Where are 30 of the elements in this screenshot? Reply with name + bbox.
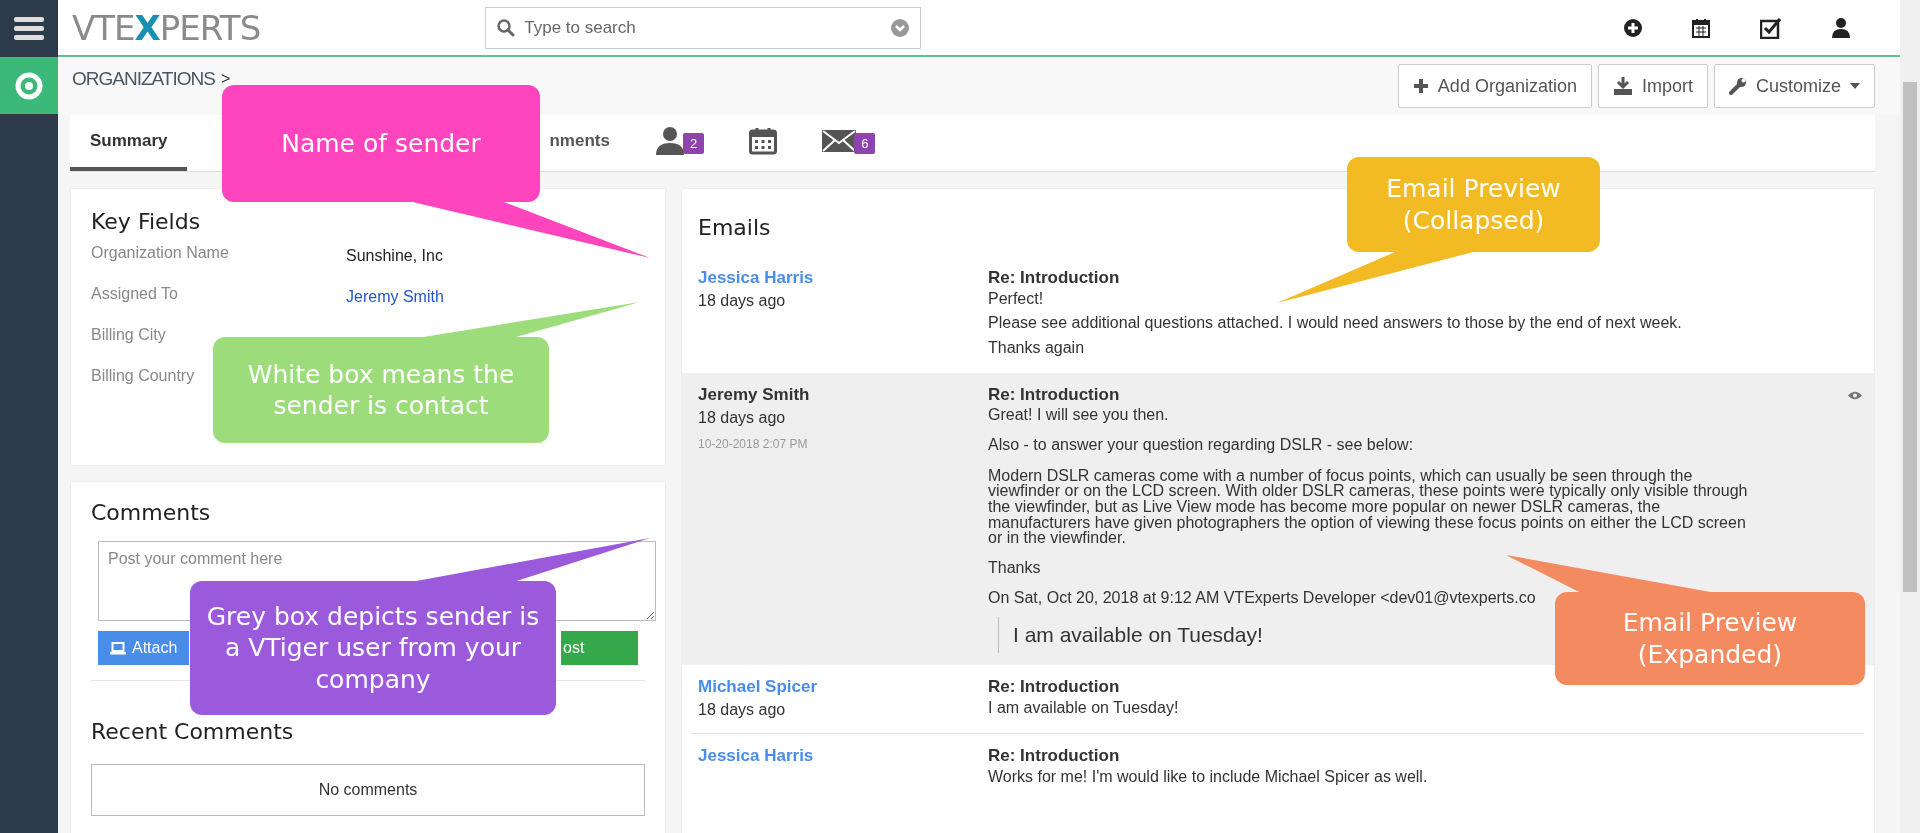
- sender-name: Jeremy Smith: [698, 385, 811, 406]
- field-label: Organization Name: [91, 244, 229, 262]
- field-label: Billing City: [91, 326, 166, 344]
- email-text: Great! I will see you then.: [988, 407, 1169, 424]
- empty-message: No comments: [91, 764, 645, 816]
- field-value: Sunshine, Inc: [346, 246, 443, 265]
- count-badge: 6: [854, 132, 876, 154]
- logo: VTEXPERTS: [72, 10, 261, 45]
- quoted-text: I am available on Tuesday!: [998, 616, 1263, 653]
- email-text: I am available on Tuesday!: [988, 698, 1179, 718]
- section-title: Comments: [91, 500, 212, 525]
- count-badge: 2: [682, 132, 705, 154]
- email-age: 18 days ago: [698, 700, 787, 719]
- email-text: Thanks: [988, 560, 1041, 577]
- field-label: Billing Country: [91, 367, 195, 385]
- email-text: Works for me! I'm would like to include Michael Spicer as well.: [988, 768, 1428, 787]
- breadcrumb-separator: >: [220, 71, 231, 87]
- section-title: Key Fields: [91, 209, 202, 234]
- email-text: Perfect!: [988, 290, 1044, 309]
- field-label: Assigned To: [91, 285, 178, 303]
- section-title: Recent Comments: [91, 719, 295, 744]
- email-text: On Sat, Oct 20, 2018 at 9:12 AM VTExperts Developer <dev01@vtexperts.co: [988, 590, 1536, 607]
- email-date: 10-20-2018 2:07 PM: [698, 437, 809, 452]
- section-title: Emails: [697, 214, 771, 242]
- email-text: Thanks again: [988, 338, 1085, 358]
- email-text: Modern DSLR cameras come with a number of focus points, which can usually be seen through the viewfinder or on the LCD screen. With older DSLR cameras, these points were typically only visible through the viewfinder, but as Live View mode has become more popular on newer DSLR cameras, the manufacturers have given photographers the option of viewing these focus points on either the LCD screen or in the viewfinder.: [988, 467, 1749, 547]
- email-text: Also - to answer your question regarding DSLR - see below:: [988, 437, 1414, 454]
- email-age: 18 days ago: [698, 292, 787, 310]
- email-text: Please see additional questions attached. I would need answers to those by the end of next week.: [988, 314, 1682, 333]
- email-age: 18 days ago: [698, 409, 787, 428]
